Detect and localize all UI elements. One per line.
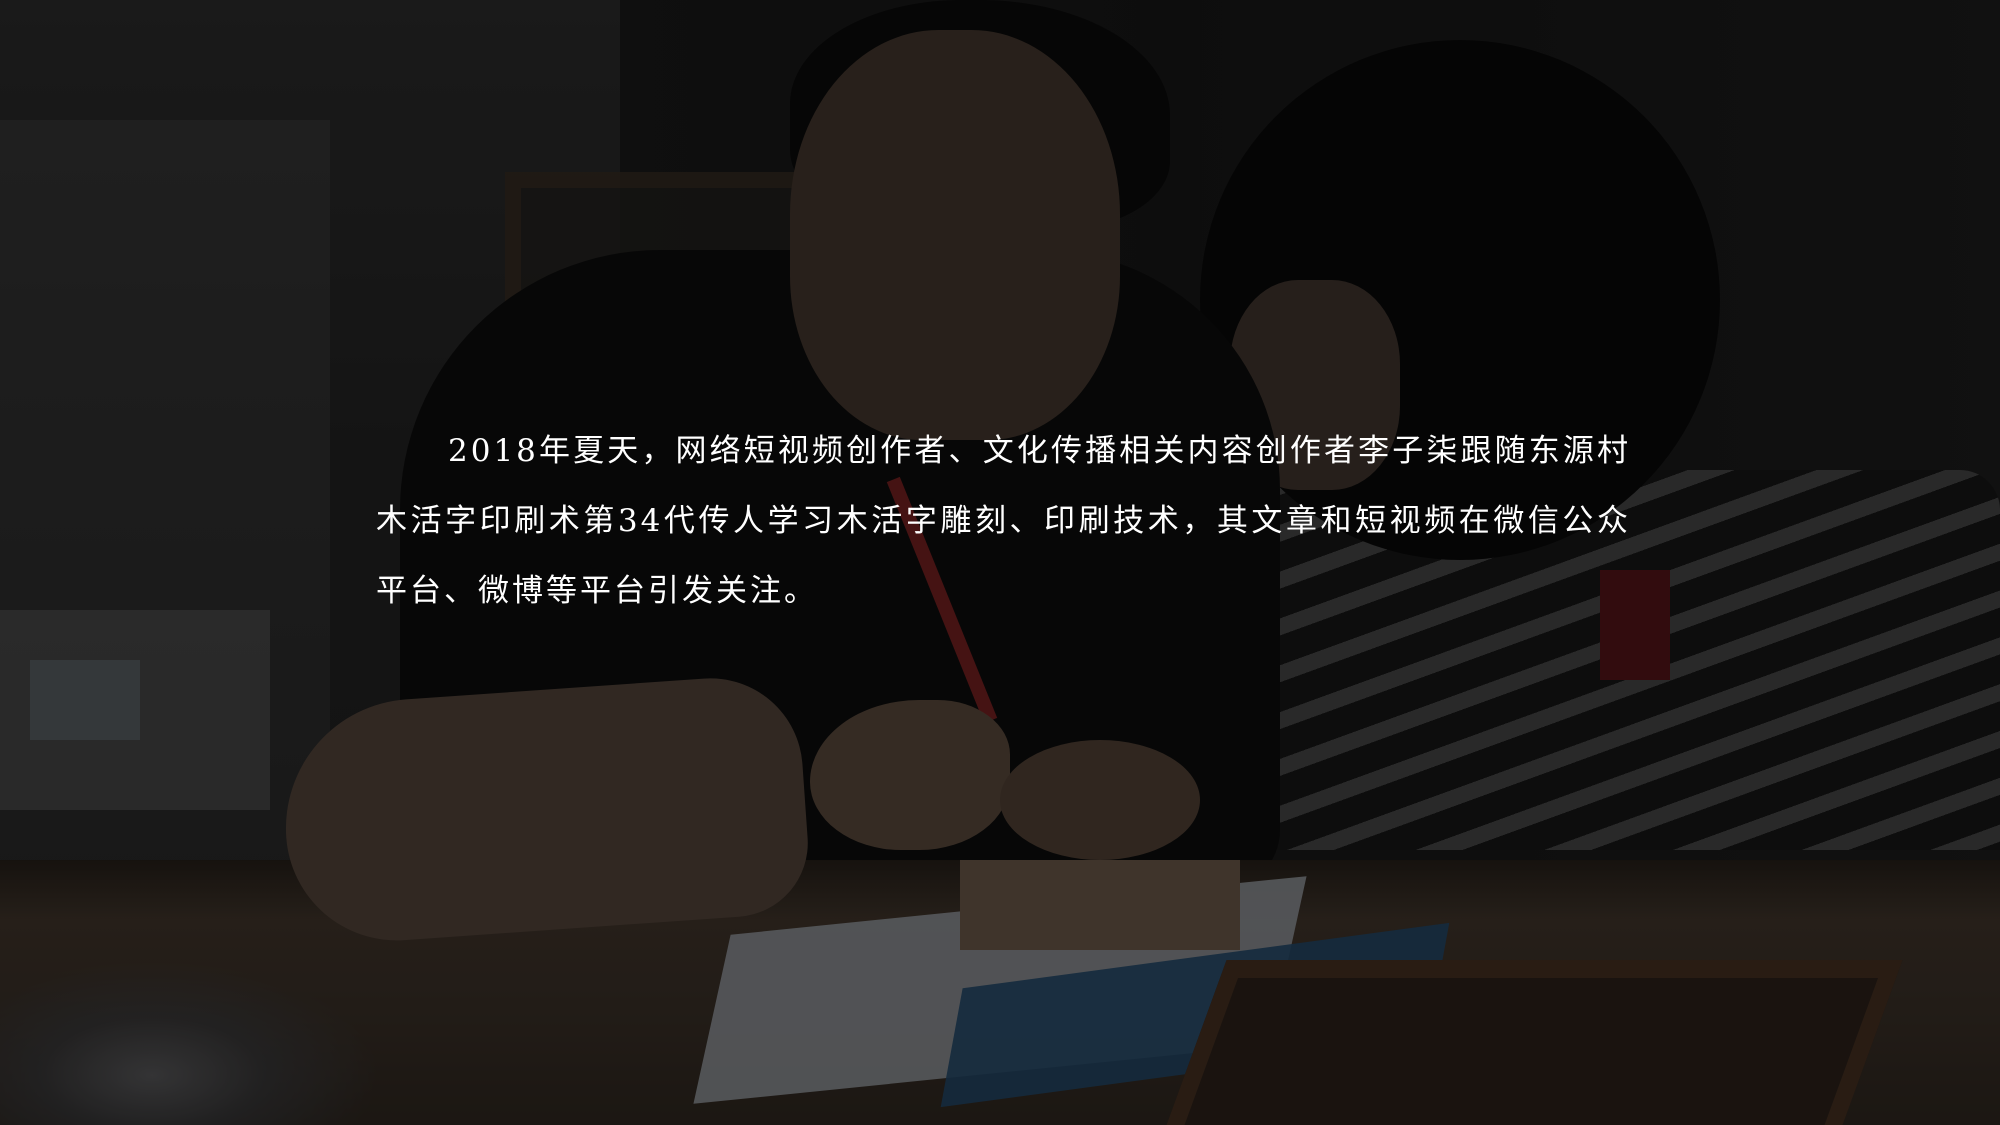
caption-text: 2018年夏天，网络短视频创作者、文化传播相关内容创作者李子柒跟随东源村木活字印… <box>376 433 1631 609</box>
slide: 2018年夏天，网络短视频创作者、文化传播相关内容创作者李子柒跟随东源村木活字印… <box>0 0 2000 1125</box>
